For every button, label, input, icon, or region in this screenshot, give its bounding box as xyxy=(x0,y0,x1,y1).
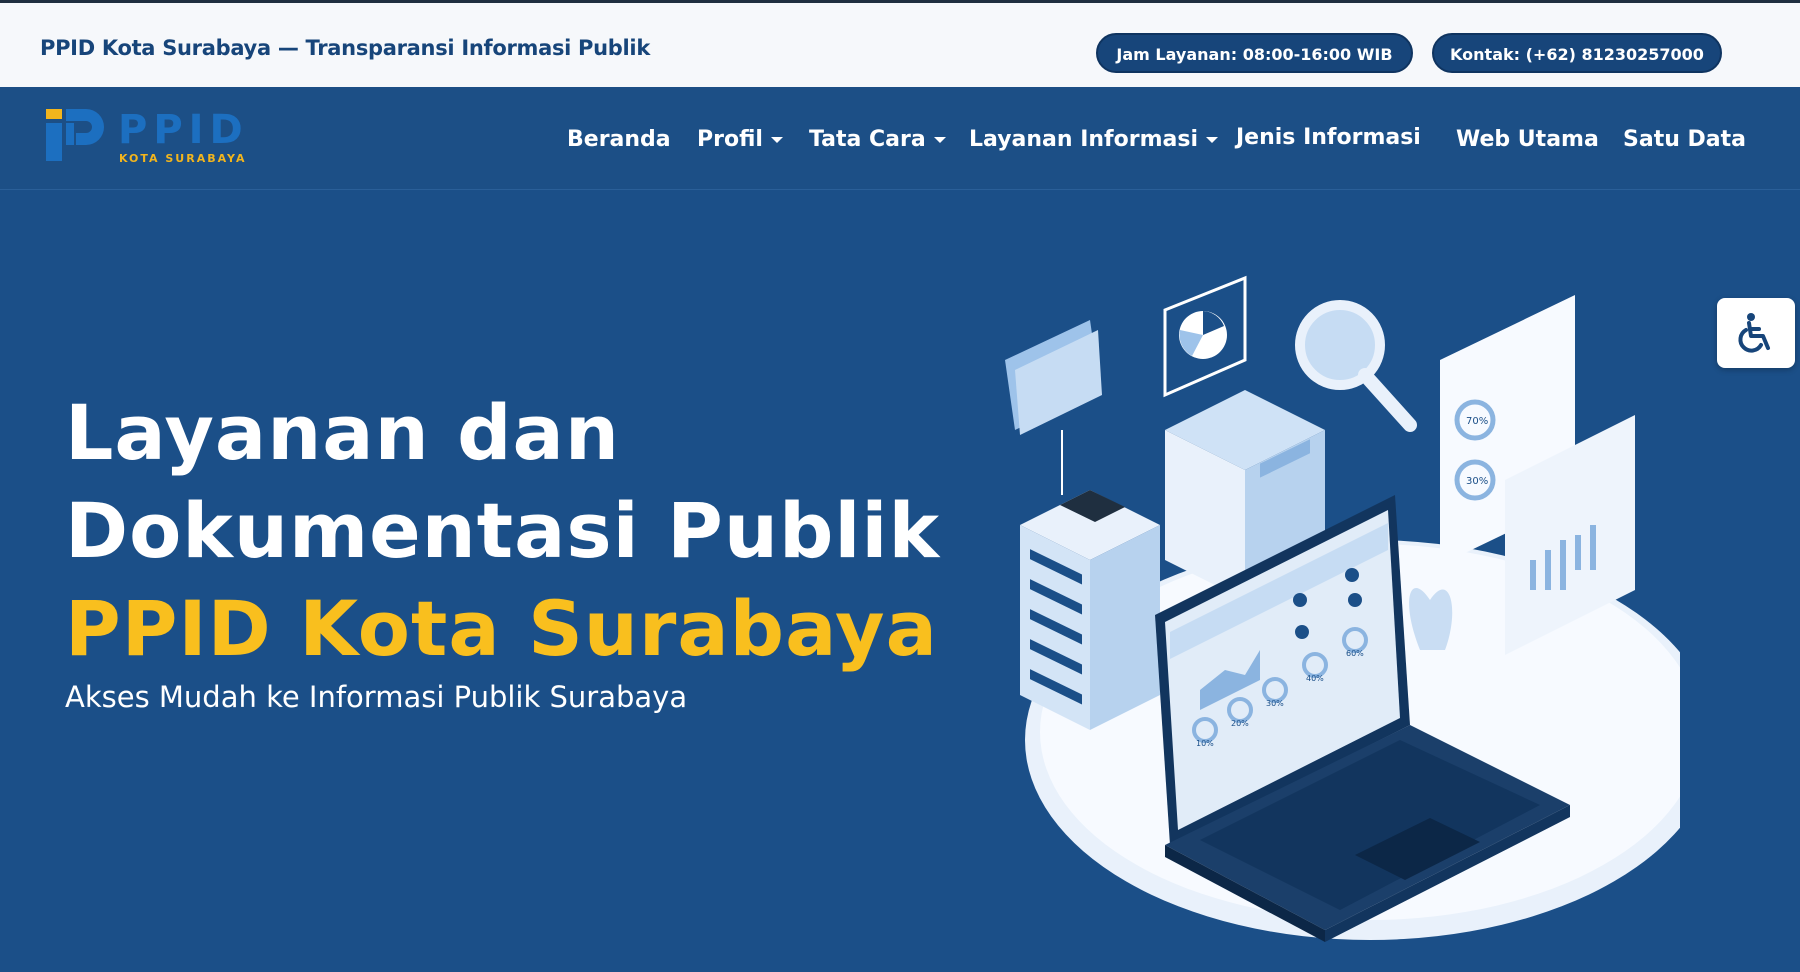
wheelchair-icon xyxy=(1738,313,1770,353)
logo-wordmark: PPID xyxy=(118,107,249,153)
nav-services-label: Layanan Informasi xyxy=(969,127,1198,152)
ppid-logo-mark-icon xyxy=(46,109,104,161)
pie-chart-icon xyxy=(1163,275,1247,398)
server-stack xyxy=(1020,490,1160,730)
nav-profile-label: Profil xyxy=(697,127,763,152)
site-tagline: PPID Kota Surabaya — Transparansi Inform… xyxy=(40,36,650,60)
hero-subtitle: Akses Mudah ke Informasi Publik Surabaya xyxy=(65,680,688,714)
laptop-label-20: 20% xyxy=(1231,719,1249,728)
laptop-label-30: 30% xyxy=(1266,699,1284,708)
caret-down-icon xyxy=(1206,137,1218,143)
magnifier-icon xyxy=(1295,300,1417,432)
nav-info-types[interactable]: Jenis Informasi xyxy=(1236,125,1421,150)
hero-title-line-3: PPID Kota Surabaya xyxy=(65,584,938,673)
contact-badge[interactable]: Kontak: (+62) 81230257000 xyxy=(1432,33,1722,73)
doc-label-70: 70% xyxy=(1466,416,1488,427)
laptop-label-40: 40% xyxy=(1306,674,1324,683)
doc-label-30: 30% xyxy=(1466,476,1488,487)
folder-icon xyxy=(1005,320,1102,495)
nav-procedure-dropdown[interactable]: Tata Cara xyxy=(809,127,946,152)
hero-illustration: 70% 30% 10% 20% 30% 40% 60% xyxy=(1005,275,1680,942)
caret-down-icon xyxy=(770,137,783,143)
main-navbar: PPID KOTA SURABAYA Beranda Profil Tata C… xyxy=(0,87,1800,190)
caret-down-icon xyxy=(933,137,946,143)
hero-title-line-1: Layanan dan xyxy=(65,388,620,477)
nav-home-label: Beranda xyxy=(567,127,671,152)
nav-one-data-label: Satu Data xyxy=(1623,127,1746,152)
nav-one-data[interactable]: Satu Data xyxy=(1623,127,1746,152)
top-info-bar: PPID Kota Surabaya — Transparansi Inform… xyxy=(0,0,1800,87)
nav-main-web[interactable]: Web Utama xyxy=(1456,127,1599,152)
service-hours-badge: Jam Layanan: 08:00-16:00 WIB xyxy=(1096,33,1413,73)
nav-home[interactable]: Beranda xyxy=(567,127,671,152)
laptop-label-10: 10% xyxy=(1196,739,1214,748)
nav-procedure-label: Tata Cara xyxy=(809,127,926,152)
accessibility-button[interactable] xyxy=(1717,298,1795,368)
nav-main-web-label: Web Utama xyxy=(1456,127,1599,152)
laptop-label-60: 60% xyxy=(1346,649,1364,658)
hero-title-line-2: Dokumentasi Publik xyxy=(65,486,941,575)
site-logo[interactable]: PPID KOTA SURABAYA xyxy=(46,107,256,169)
logo-city: KOTA SURABAYA xyxy=(119,152,247,165)
nav-services-dropdown[interactable]: Layanan Informasi xyxy=(969,127,1218,152)
nav-profile-dropdown[interactable]: Profil xyxy=(697,127,783,152)
nav-info-types-label: Jenis Informasi xyxy=(1236,125,1421,150)
